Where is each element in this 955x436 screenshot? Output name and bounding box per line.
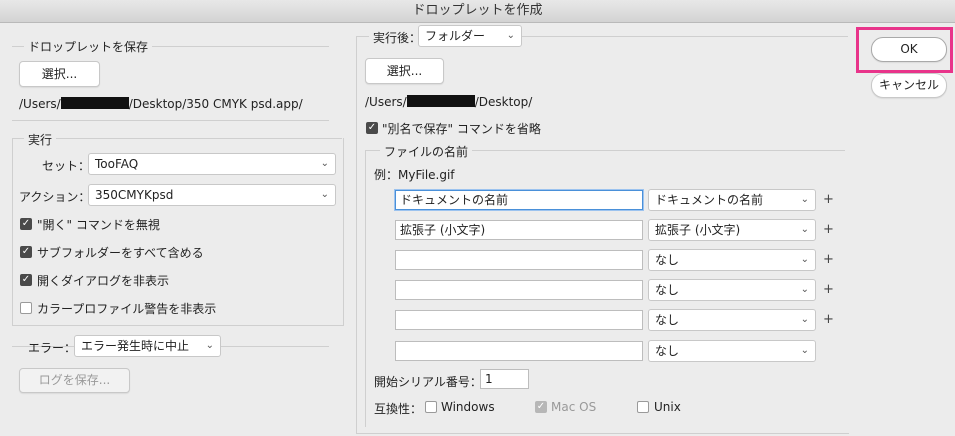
name-option-value-6: なし — [655, 344, 680, 358]
action-label: アクション： — [19, 190, 91, 204]
execute-legend: 実行 — [24, 131, 57, 148]
save-log-button[interactable]: ログを保存... — [19, 368, 130, 393]
name-option-value-4: なし — [655, 283, 680, 297]
error-select[interactable]: エラー発生時に中止 ⌄ — [74, 335, 221, 357]
name-option-select-1[interactable]: ドキュメントの名前 ⌄ — [648, 189, 816, 211]
compat-label: 互換性： — [374, 402, 423, 416]
path-suffix: /Desktop/ — [474, 95, 533, 109]
name-option-value-2: 拡張子 (小文字) — [655, 223, 741, 237]
include-subfolders-checkbox[interactable]: ✓ — [20, 246, 32, 258]
ignore-open-label: "開く" コマンドを無視 — [37, 218, 160, 232]
save-droplet-path: /Users/ /Desktop/350 CMYK psd.app/ — [19, 97, 303, 111]
chevron-down-icon: ⌄ — [506, 30, 515, 41]
name-option-select-6[interactable]: なし ⌄ — [648, 340, 816, 362]
after-run-select-button[interactable]: 選択... — [365, 58, 444, 84]
chevron-down-icon: ⌄ — [800, 254, 809, 265]
chevron-down-icon: ⌄ — [320, 189, 329, 200]
macos-checkbox[interactable]: ✓ — [535, 401, 547, 413]
name-text-field-2[interactable]: 拡張子 (小文字) — [395, 220, 643, 240]
after-run-path: /Users/ /Desktop/ — [365, 95, 532, 109]
after-run-select[interactable]: フォルダー ⌄ — [418, 25, 522, 47]
error-value: エラー発生時に中止 — [81, 339, 190, 353]
set-select[interactable]: TooFAQ ⌄ — [88, 153, 336, 175]
hide-profile-warning-checkbox[interactable] — [20, 302, 32, 314]
cancel-button[interactable]: キャンセル — [871, 73, 947, 98]
chevron-down-icon: ⌄ — [800, 284, 809, 295]
name-option-select-3[interactable]: なし ⌄ — [648, 249, 816, 271]
chevron-down-icon: ⌄ — [800, 194, 809, 205]
name-option-select-2[interactable]: 拡張子 (小文字) ⌄ — [648, 219, 816, 241]
add-row-button-1[interactable]: + — [823, 192, 834, 207]
windows-label: Windows — [441, 400, 495, 414]
save-droplet-select-button[interactable]: 選択... — [19, 61, 100, 87]
add-row-button-5[interactable]: + — [823, 312, 834, 327]
redacted-username — [60, 97, 129, 109]
action-select[interactable]: 350CMYKpsd ⌄ — [88, 184, 336, 206]
hide-profile-warning-label: カラープロファイル警告を非表示 — [37, 302, 217, 316]
file-naming-example: 例：MyFile.gif — [374, 168, 455, 182]
path-prefix: /Users/ — [365, 95, 407, 109]
save-droplet-legend: ドロップレットを保存 — [24, 38, 153, 55]
omit-save-as-checkbox[interactable]: ✓ — [366, 122, 378, 134]
ok-button[interactable]: OK — [871, 37, 947, 62]
set-value: TooFAQ — [95, 157, 139, 171]
chevron-down-icon: ⌄ — [800, 224, 809, 235]
chevron-down-icon: ⌄ — [205, 340, 214, 351]
serial-input[interactable]: 1 — [480, 369, 529, 389]
hide-open-dialog-label: 開くダイアログを非表示 — [37, 274, 170, 288]
name-text-field-6[interactable] — [395, 341, 643, 361]
path-prefix: /Users/ — [19, 97, 61, 111]
macos-label: Mac OS — [551, 400, 597, 414]
name-option-select-4[interactable]: なし ⌄ — [648, 279, 816, 301]
name-text-field-4[interactable] — [395, 280, 643, 300]
hide-open-dialog-checkbox[interactable]: ✓ — [20, 274, 32, 286]
name-text-field-3[interactable] — [395, 250, 643, 270]
omit-save-as-label: "別名で保存" コマンドを省略 — [382, 122, 541, 136]
add-row-button-2[interactable]: + — [823, 222, 834, 237]
after-run-value: フォルダー — [425, 29, 486, 43]
save-droplet-bottom — [12, 120, 329, 121]
serial-label: 開始シリアル番号： — [374, 375, 482, 389]
include-subfolders-label: サブフォルダーをすべて含める — [37, 246, 204, 260]
chevron-down-icon: ⌄ — [800, 314, 809, 325]
ignore-open-checkbox[interactable]: ✓ — [20, 218, 32, 230]
add-row-button-3[interactable]: + — [823, 252, 834, 267]
chevron-down-icon: ⌄ — [320, 158, 329, 169]
execute-divider — [12, 138, 342, 139]
unix-label: Unix — [654, 400, 681, 414]
name-text-field-5[interactable] — [395, 310, 643, 330]
name-text-field-1[interactable]: ドキュメントの名前 — [395, 190, 643, 210]
window-title: ドロップレットを作成 — [0, 0, 955, 23]
name-option-select-5[interactable]: なし ⌄ — [648, 309, 816, 331]
windows-checkbox[interactable] — [425, 401, 437, 413]
unix-checkbox[interactable] — [637, 401, 649, 413]
file-naming-legend: ファイルの名前 — [380, 143, 473, 160]
error-label: エラー： — [28, 341, 77, 355]
action-value: 350CMYKpsd — [95, 188, 174, 202]
path-suffix: /Desktop/350 CMYK psd.app/ — [128, 97, 303, 111]
add-row-button-4[interactable]: + — [823, 282, 834, 297]
name-option-value-5: なし — [655, 313, 680, 327]
name-option-value-1: ドキュメントの名前 — [655, 193, 764, 207]
name-option-value-3: なし — [655, 253, 680, 267]
after-run-label: 実行後： — [369, 29, 426, 46]
redacted-username — [406, 95, 475, 107]
chevron-down-icon: ⌄ — [800, 345, 809, 356]
set-label: セット： — [42, 159, 91, 173]
